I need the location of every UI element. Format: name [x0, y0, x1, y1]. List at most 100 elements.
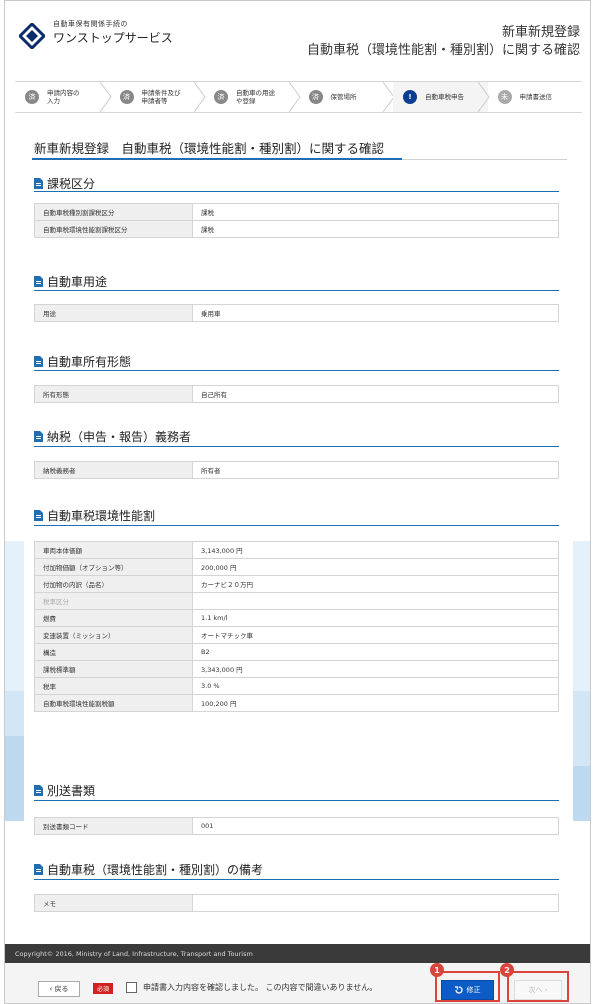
step-done-icon: 済: [308, 90, 323, 104]
field-label: 付加物価額（オプション等）: [34, 558, 193, 576]
step-current-icon: !: [403, 90, 417, 104]
callout-marker-1: 1: [430, 963, 444, 977]
section-divider: [34, 879, 559, 880]
field-label: 燃費: [34, 609, 193, 627]
field-label: 所有形態: [34, 385, 193, 403]
step-usage: 済 自動車の用途や登録: [204, 82, 301, 112]
header: 自動車保有関係手続の ワンストップサービス 新車新規登録 自動車税（環境性能割・…: [5, 1, 590, 71]
section-divider: [34, 525, 559, 526]
section-usage-heading: 自動車用途: [34, 273, 107, 290]
field-label: 付加物の内訳（品名）: [34, 575, 193, 593]
step-input: 済 申請内容の入力: [15, 82, 112, 112]
field-value: オートマチック車: [192, 626, 559, 644]
document-icon: [34, 431, 43, 442]
section-divider: [34, 191, 559, 192]
field-value: カーナビ２０万円: [192, 575, 559, 593]
back-button[interactable]: ‹ 戻る: [38, 981, 80, 997]
table-row: 税率区分: [34, 592, 559, 610]
field-label: 自動車税環境性能割課税区分: [34, 220, 193, 238]
section-title: 自動車税（環境性能割・種別割）の備考: [47, 863, 264, 877]
table-row: 別送書類コード 001: [34, 817, 559, 835]
field-label: 別送書類コード: [34, 817, 193, 835]
confirm-checkbox-label[interactable]: 申請書入力内容を確認しました。 この内容で間違いありません。: [143, 982, 377, 993]
field-label: 車両本体価額: [34, 541, 193, 559]
document-icon: [34, 785, 43, 796]
progress-steps: 済 申請内容の入力 済 申請条件及び申請者等 済 自動車の用途や登録 済 保管場…: [15, 81, 582, 113]
section-ownership-heading: 自動車所有形態: [34, 353, 131, 370]
table-row: 課税標準額 3,343,000 円: [34, 660, 559, 678]
field-label: 自動車税環境性能割税額: [34, 694, 193, 712]
table-row: 自動車税種別割課税区分 課税: [34, 203, 559, 221]
table-row: 税率 3.0 %: [34, 677, 559, 695]
step-storage: 済 保管場所: [299, 82, 395, 112]
field-label: メモ: [34, 894, 193, 912]
section-separate-docs-heading: 別送書類: [34, 782, 95, 799]
field-label: 構造: [34, 643, 193, 661]
table-row: 付加物の内訳（品名） カーナビ２０万円: [34, 575, 559, 593]
section-title: 課税区分: [47, 177, 96, 191]
section-divider: [34, 800, 559, 801]
usage-table: 用途 乗用車: [34, 304, 559, 322]
field-value: 3,143,000 円: [192, 541, 559, 559]
required-badge: 必須: [93, 983, 113, 994]
remarks-table: メモ: [34, 894, 559, 912]
copyright-bar: Copyright© 2016, Ministry of Land, Infra…: [5, 944, 590, 963]
field-label: 税率区分: [34, 592, 193, 610]
field-value: 200,000 円: [192, 558, 559, 576]
confirm-checkbox[interactable]: [126, 982, 137, 993]
field-label: 税率: [34, 677, 193, 695]
step-label: 自動車の用途や登録: [236, 89, 275, 105]
section-divider: [34, 290, 559, 291]
logo-icon: [19, 23, 45, 49]
section-divider: [34, 370, 559, 371]
field-label: 納税義務者: [34, 461, 193, 479]
logo-title: ワンストップサービス: [53, 31, 173, 45]
field-value: 課税: [192, 220, 559, 238]
section-title: 自動車用途: [47, 275, 108, 289]
title-underline: [32, 158, 402, 160]
field-label: 課税標準額: [34, 660, 193, 678]
field-value: B2: [192, 643, 559, 661]
step-label: 申請内容の入力: [47, 89, 80, 105]
highlight-box-fix: [435, 971, 500, 1002]
field-label: 自動車税種別割課税区分: [34, 203, 193, 221]
table-row: 納税義務者 所有者: [34, 461, 559, 479]
page-title: 新車新規登録 自動車税（環境性能割・種別割）に関する確認: [34, 141, 385, 156]
step-pending-icon: 未: [497, 90, 512, 104]
table-row: 所有形態 自己所有: [34, 385, 559, 403]
document-icon: [34, 178, 43, 189]
step-done-icon: 済: [119, 90, 134, 104]
env-perf-table: 車両本体価額 3,143,000 円 付加物価額（オプション等） 200,000 円…: [34, 541, 559, 712]
table-row: 燃費 1.1 km/l: [34, 609, 559, 627]
field-value: 1.1 km/l: [192, 609, 559, 627]
page-header-title: 新車新規登録: [501, 25, 580, 40]
step-tax-declaration: ! 自動車税申告: [393, 82, 490, 112]
field-label: 用途: [34, 304, 193, 322]
table-row: 変速装置（ミッション） オートマチック車: [34, 626, 559, 644]
section-title: 自動車所有形態: [47, 355, 132, 369]
field-value: 課税: [192, 203, 559, 221]
highlight-box-next: [507, 971, 569, 1002]
section-title: 自動車税環境性能割: [47, 509, 156, 523]
field-value: [192, 592, 559, 610]
taxpayer-table: 納税義務者 所有者: [34, 461, 559, 479]
section-divider: [34, 446, 559, 447]
app-window: 自動車保有関係手続の ワンストップサービス 新車新規登録 自動車税（環境性能割・…: [4, 0, 591, 1004]
table-row: 付加物価額（オプション等） 200,000 円: [34, 558, 559, 576]
logo-subtitle: 自動車保有関係手続の: [53, 20, 128, 28]
section-title: 納税（申告・報告）義務者: [47, 430, 192, 444]
field-value: 自己所有: [192, 385, 559, 403]
field-value: 001: [192, 817, 559, 835]
field-value: [192, 894, 559, 912]
tax-class-table: 自動車税種別割課税区分 課税 自動車税環境性能割課税区分 課税: [34, 203, 559, 238]
main-panel: 新車新規登録 自動車税（環境性能割・種別割）に関する確認 課税区分 自動車税種別…: [24, 124, 573, 936]
table-row: 構造 B2: [34, 643, 559, 661]
table-row: 自動車税環境性能割課税区分 課税: [34, 220, 559, 238]
step-label: 申請条件及び申請者等: [141, 89, 181, 105]
step-conditions: 済 申請条件及び申請者等: [110, 82, 206, 112]
field-label: 変速装置（ミッション）: [34, 626, 193, 644]
separate-docs-table: 別送書類コード 001: [34, 817, 559, 835]
section-tax-class-heading: 課税区分: [34, 175, 95, 192]
step-label: 自動車税申告: [425, 93, 464, 101]
section-remarks-heading: 自動車税（環境性能割・種別割）の備考: [34, 861, 263, 878]
